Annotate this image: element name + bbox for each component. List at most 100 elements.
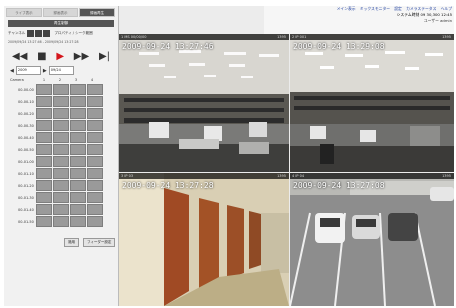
- timeline-row: 00-01-10: [10, 168, 110, 180]
- timeline-cell[interactable]: [53, 168, 69, 179]
- timeline-cell[interactable]: [70, 144, 86, 155]
- timeline-row: 00-00-30: [10, 120, 110, 132]
- date-field[interactable]: 09/24: [48, 66, 74, 75]
- channel-button-3[interactable]: [43, 30, 51, 37]
- timeline-cell[interactable]: [70, 204, 86, 215]
- timeline-cell[interactable]: [87, 132, 103, 143]
- timeline-row: 00-00-20: [10, 108, 110, 120]
- timeline-cell[interactable]: [87, 84, 103, 95]
- control-panel: ライブ表示 録画表示 録画再生 再生制御 チャンネル プロパティ / シーク範囲…: [4, 6, 119, 306]
- timeline-cell[interactable]: [36, 192, 52, 203]
- timeline-cell[interactable]: [53, 216, 69, 227]
- tab-playback[interactable]: 録画再生: [79, 8, 116, 17]
- timeline-cell[interactable]: [36, 204, 52, 215]
- timeline-cell[interactable]: [36, 132, 52, 143]
- stop-icon[interactable]: ■: [37, 50, 46, 64]
- timeline-cell[interactable]: [87, 156, 103, 167]
- timeline-cell[interactable]: [53, 144, 69, 155]
- timeline-cell[interactable]: [36, 180, 52, 191]
- camera-bar-3: 3 IP 03 1395: [119, 173, 289, 179]
- timeline-cell[interactable]: [87, 216, 103, 227]
- nav-link-help[interactable]: ヘルプ: [441, 6, 452, 11]
- timeline-cell[interactable]: [36, 84, 52, 95]
- timeline-cell[interactable]: [87, 96, 103, 107]
- timeline-cell[interactable]: [70, 180, 86, 191]
- timeline-row: 00-00-10: [10, 96, 110, 108]
- timeline-cell[interactable]: [87, 108, 103, 119]
- timeline-cell[interactable]: [70, 216, 86, 227]
- rewind-icon[interactable]: ◀◀: [12, 50, 27, 64]
- grid-header-label: Camera: [10, 78, 24, 82]
- timeline-cell[interactable]: [53, 180, 69, 191]
- timeline-time-label: 00-00-40: [18, 136, 34, 140]
- timeline-time-label: 00-00-10: [18, 100, 34, 104]
- camera-info-3: IP 03: [124, 174, 134, 178]
- date-next-icon[interactable]: ▶: [43, 68, 47, 74]
- timeline-cell[interactable]: [70, 120, 86, 131]
- timeline-cell[interactable]: [87, 120, 103, 131]
- camera-view-3[interactable]: 3 IP 03 1395 2009-09-24 13:27:28: [119, 173, 289, 306]
- timeline-cell[interactable]: [53, 132, 69, 143]
- year-field[interactable]: 2009: [15, 66, 41, 75]
- timeline-time-label: 00-00-30: [18, 124, 34, 128]
- timeline-cell[interactable]: [70, 132, 86, 143]
- timestamp-2: 2009-09-24 13:29:08: [293, 42, 385, 51]
- channel-button-2[interactable]: [35, 30, 43, 37]
- timeline-cell[interactable]: [36, 108, 52, 119]
- timeline-cell[interactable]: [70, 96, 86, 107]
- apply-button[interactable]: 適用: [64, 238, 79, 247]
- camera-view-4[interactable]: 4 IP 04 1395 2009-09-24 13:27:08: [290, 173, 454, 306]
- timeline-cell[interactable]: [36, 96, 52, 107]
- camera-number-4: 4: [292, 174, 295, 178]
- camera-info-2: IP 001: [295, 35, 307, 39]
- timeline-cell[interactable]: [70, 156, 86, 167]
- nav-link-camera-status[interactable]: カメラステータス: [406, 6, 436, 11]
- camera-view-1[interactable]: 1 MS 00/00/00 1395 2009-09-24 13:27:46: [119, 34, 289, 172]
- timeline-cell[interactable]: [70, 168, 86, 179]
- timeline-cell[interactable]: [53, 96, 69, 107]
- timeline-cell[interactable]: [87, 204, 103, 215]
- fast-forward-icon[interactable]: ▶▶: [74, 50, 89, 64]
- timeline-cell[interactable]: [36, 168, 52, 179]
- timeline-cell[interactable]: [53, 108, 69, 119]
- timeline-row: 00-00-50: [10, 144, 110, 156]
- video-grid: 1 MS 00/00/00 1395 2009-09-24 13:27:46 2…: [119, 34, 454, 306]
- channel-button-1[interactable]: [27, 30, 35, 37]
- timeline-cell[interactable]: [53, 84, 69, 95]
- date-prev-icon[interactable]: ◀: [10, 68, 14, 74]
- camera-bar-4: 4 IP 04 1395: [290, 173, 454, 179]
- recording-timeline-grid: 00-00-00 00-00-10 00-00-20 00-00-30 00-00-40…: [10, 84, 110, 264]
- corridor-scene-image: [119, 173, 289, 306]
- timeline-cell[interactable]: [53, 156, 69, 167]
- timeline-cell[interactable]: [87, 180, 103, 191]
- camera-info-1: MS 00/00/00: [124, 35, 147, 39]
- play-icon[interactable]: ▶: [56, 50, 64, 64]
- nav-link-main[interactable]: メイン表示: [337, 6, 356, 11]
- nav-link-settings[interactable]: 設定: [394, 6, 402, 11]
- timeline-cell[interactable]: [36, 156, 52, 167]
- office-scene-image: [119, 34, 289, 172]
- camera-number-1: 1: [121, 35, 124, 39]
- camera-code-4: 1395: [442, 174, 451, 178]
- timeline-cell[interactable]: [53, 120, 69, 131]
- timeline-cell[interactable]: [70, 192, 86, 203]
- timeline-cell[interactable]: [70, 84, 86, 95]
- timeline-cell[interactable]: [53, 204, 69, 215]
- timestamp-4: 2009-09-24 13:27:08: [293, 181, 385, 190]
- timeline-cell[interactable]: [53, 192, 69, 203]
- timeline-cell[interactable]: [87, 144, 103, 155]
- timeline-cell[interactable]: [36, 120, 52, 131]
- camera-view-2[interactable]: 2 IP 001 1395 2009-09-24 13:29:08: [290, 34, 454, 172]
- next-frame-icon[interactable]: ▶|: [99, 50, 110, 64]
- grid-header-col: 4: [90, 78, 94, 82]
- nav-link-mix-monitor[interactable]: ミックスモニター: [360, 6, 390, 11]
- feeder-settings-button[interactable]: フィーダー設定: [83, 238, 116, 247]
- tab-recorded[interactable]: 録画表示: [42, 8, 79, 17]
- tab-live[interactable]: ライブ表示: [6, 8, 42, 17]
- timeline-cell[interactable]: [87, 168, 103, 179]
- timeline-cell[interactable]: [70, 108, 86, 119]
- timeline-cell[interactable]: [36, 144, 52, 155]
- camera-code-2: 1395: [442, 35, 451, 39]
- timeline-cell[interactable]: [87, 192, 103, 203]
- timeline-cell[interactable]: [36, 216, 52, 227]
